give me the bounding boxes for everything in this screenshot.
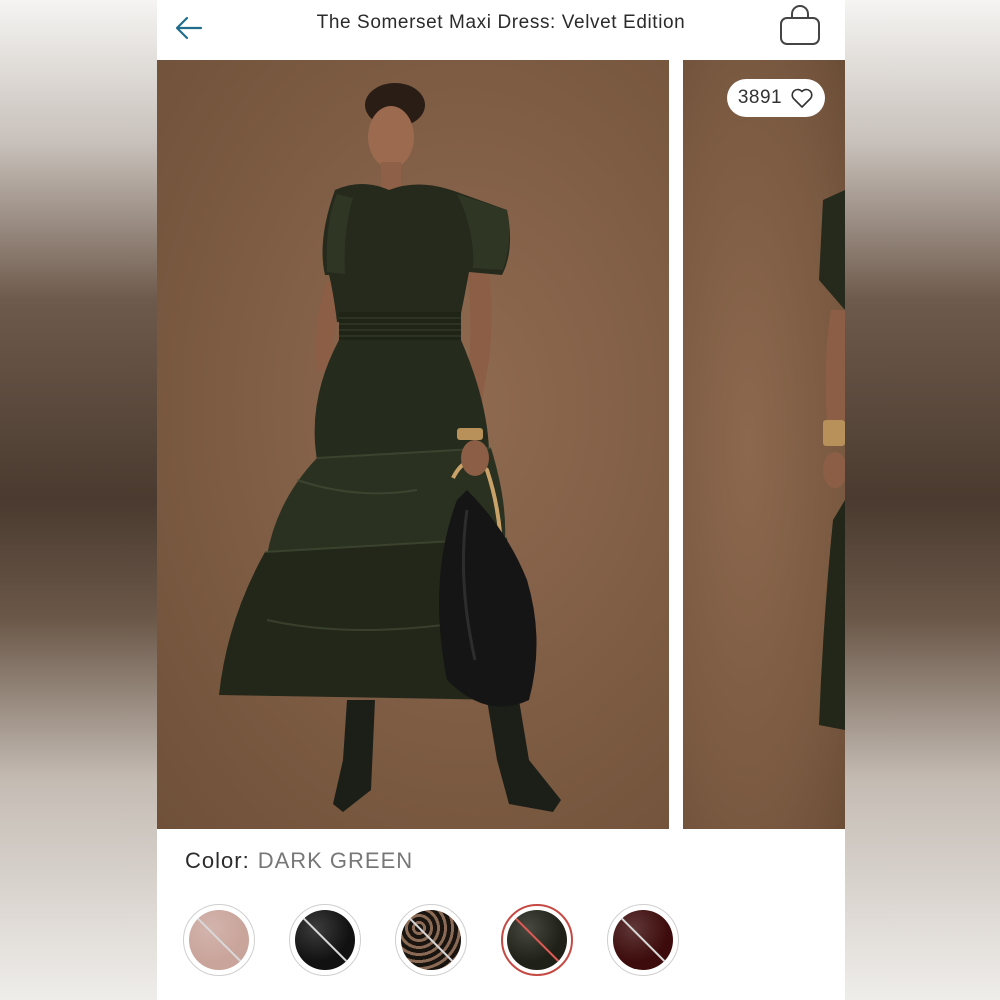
shopping-bag-button[interactable] <box>777 4 823 48</box>
product-screen: The Somerset Maxi Dress: Velvet Edition <box>157 0 845 1000</box>
like-count: 3891 <box>737 87 783 108</box>
product-image-next[interactable] <box>683 60 845 829</box>
color-value: DARK GREEN <box>257 848 414 873</box>
unavailable-slash <box>190 911 248 969</box>
back-button[interactable] <box>169 8 209 48</box>
swatch-dark-green[interactable] <box>501 904 573 976</box>
color-selection-label: Color: DARK GREEN <box>185 848 413 874</box>
unavailable-slash <box>402 911 460 969</box>
swatch-fill <box>613 910 673 970</box>
model-partial-illustration <box>819 190 845 730</box>
left-blurred-backdrop <box>0 0 157 1000</box>
color-label: Color: <box>185 848 250 873</box>
swatch-black[interactable] <box>289 904 361 976</box>
model-illustration <box>219 83 561 812</box>
swatch-fill <box>507 910 567 970</box>
swatch-fill <box>401 910 461 970</box>
swatch-blush[interactable] <box>183 904 255 976</box>
shopping-bag-icon <box>780 5 820 45</box>
color-swatches <box>183 904 823 984</box>
heart-outline-icon <box>791 88 813 108</box>
page-title: The Somerset Maxi Dress: Velvet Edition <box>316 12 686 33</box>
swatch-burgundy[interactable] <box>607 904 679 976</box>
image-gallery[interactable] <box>157 60 845 829</box>
top-bar: The Somerset Maxi Dress: Velvet Edition <box>157 0 845 60</box>
swatch-fill <box>189 910 249 970</box>
unavailable-slash <box>296 911 354 969</box>
unavailable-slash <box>508 911 566 969</box>
unavailable-slash <box>614 911 672 969</box>
swatch-black-lace-print[interactable] <box>395 904 467 976</box>
swatch-fill <box>295 910 355 970</box>
like-button[interactable]: 3891 <box>727 79 825 117</box>
product-image-main[interactable] <box>157 60 669 829</box>
right-blurred-backdrop <box>845 0 1000 1000</box>
back-arrow-icon <box>175 16 203 40</box>
